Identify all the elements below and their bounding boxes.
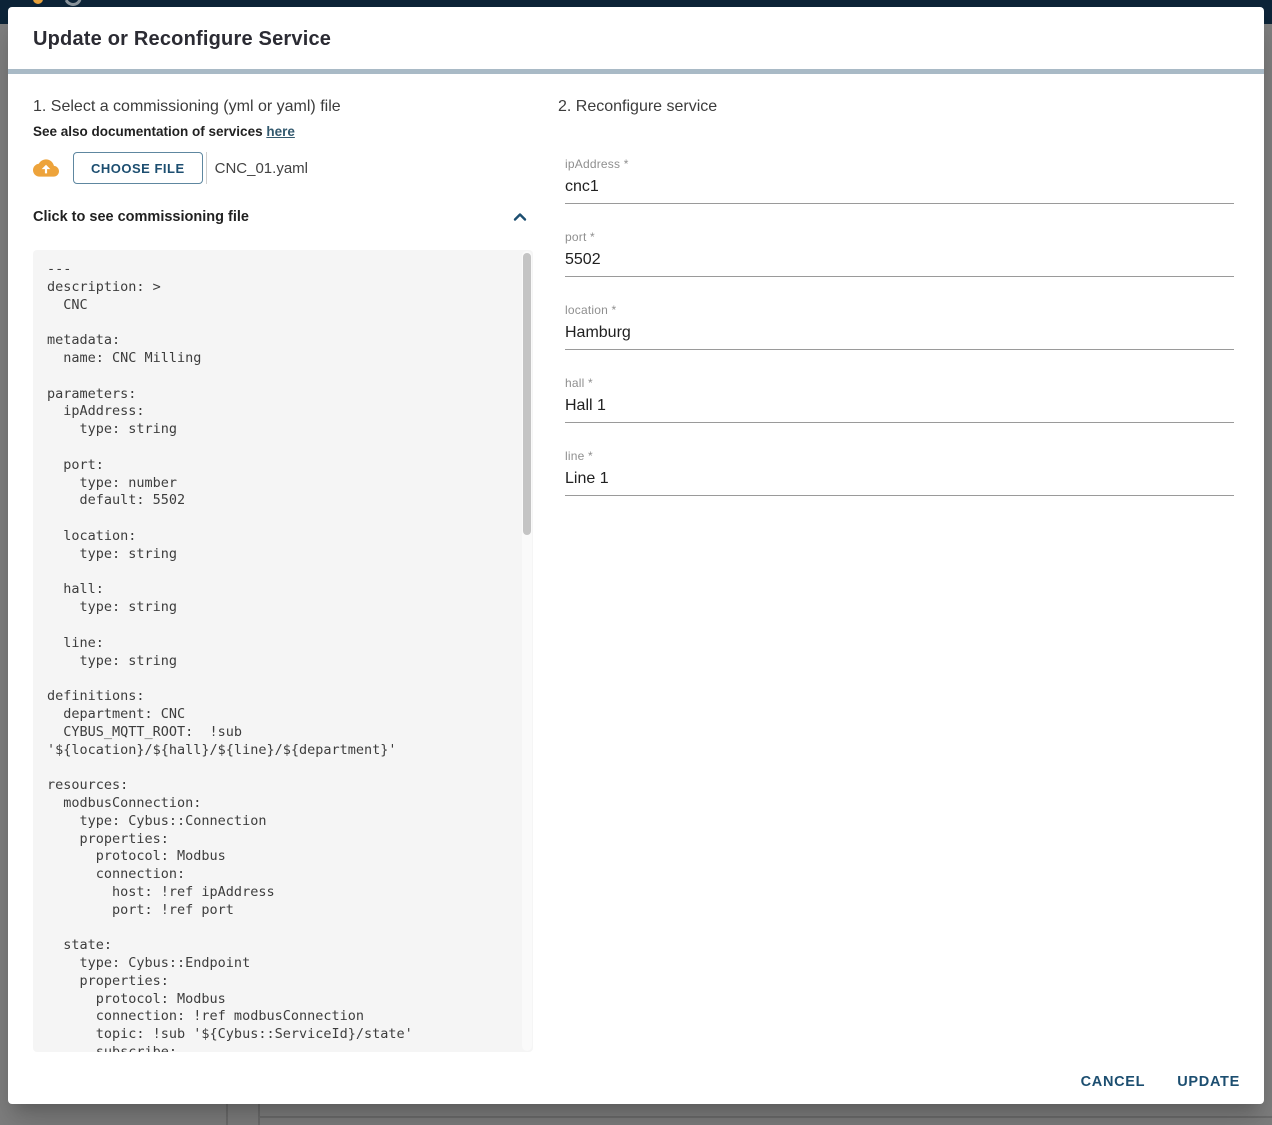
dialog-divider (8, 69, 1264, 74)
documentation-hint-text: See also documentation of services (33, 124, 266, 139)
field-hall: hall * (565, 376, 1234, 423)
chevron-up-icon (511, 208, 529, 226)
choose-file-button[interactable]: CHOOSE FILE (73, 152, 203, 184)
documentation-hint: See also documentation of services here (33, 124, 295, 139)
commissioning-code: --- description: > CNC metadata: name: C… (47, 261, 519, 1052)
field-ipaddress: ipAddress * (565, 157, 1234, 204)
hall-label: hall * (565, 376, 1234, 390)
dialog-actions: CANCEL UPDATE (1071, 1066, 1250, 1098)
field-location: location * (565, 303, 1234, 350)
line-input[interactable] (565, 468, 1234, 496)
port-input[interactable] (565, 249, 1234, 277)
cancel-button[interactable]: CANCEL (1071, 1066, 1156, 1098)
port-label: port * (565, 230, 1234, 244)
selected-file-name: CNC_01.yaml (215, 160, 308, 177)
cybus-logo-fragment-icon (33, 0, 43, 4)
location-input[interactable] (565, 322, 1234, 350)
code-scrollbar-track[interactable] (522, 251, 532, 1051)
commissioning-file-toggle[interactable]: Click to see commissioning file (33, 204, 533, 230)
background-table-border (260, 1116, 1272, 1118)
step1-heading: 1. Select a commissioning (yml or yaml) … (33, 98, 341, 116)
cloud-upload-icon (33, 155, 59, 181)
dialog-title: Update or Reconfigure Service (33, 28, 331, 51)
documentation-link[interactable]: here (266, 124, 295, 139)
field-port: port * (565, 230, 1234, 277)
update-button[interactable]: UPDATE (1167, 1066, 1250, 1098)
code-scrollbar-thumb[interactable] (523, 253, 531, 535)
location-label: location * (565, 303, 1234, 317)
file-upload-row: CHOOSE FILE CNC_01.yaml (33, 152, 308, 184)
commissioning-code-block[interactable]: --- description: > CNC metadata: name: C… (33, 250, 533, 1052)
upload-divider (206, 152, 207, 184)
line-label: line * (565, 449, 1234, 463)
hall-input[interactable] (565, 395, 1234, 423)
background-table-border (226, 1104, 228, 1125)
commissioning-file-toggle-label: Click to see commissioning file (33, 209, 249, 225)
background-table-border (258, 1104, 260, 1125)
field-line: line * (565, 449, 1234, 496)
reconfigure-form: ipAddress * port * location * hall * lin… (565, 157, 1234, 522)
step2-heading: 2. Reconfigure service (558, 98, 717, 116)
ipaddress-label: ipAddress * (565, 157, 1234, 171)
ipaddress-input[interactable] (565, 176, 1234, 204)
update-service-dialog: Update or Reconfigure Service 1. Select … (8, 7, 1264, 1104)
